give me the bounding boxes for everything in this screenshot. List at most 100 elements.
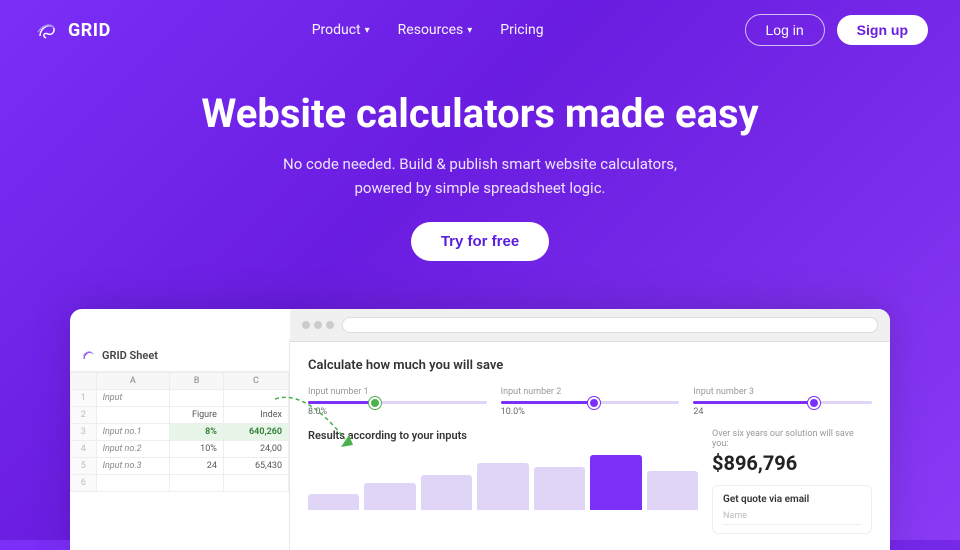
row-num: 5 <box>71 458 97 475</box>
col-num <box>71 373 97 390</box>
hero-subtext: No code needed. Build & publish smart we… <box>270 152 690 200</box>
bar-0 <box>308 494 359 510</box>
slider-1-label: Input number 1 <box>308 387 487 397</box>
cell-c <box>223 475 288 492</box>
savings-label: Over six years our solution will save yo… <box>712 429 872 449</box>
sheet-title: GRID Sheet <box>102 349 158 362</box>
cell-b: 24 <box>170 458 224 475</box>
spreadsheet-panel: GRID Sheet A B C 1 Input 2 Figure Index … <box>70 339 290 550</box>
calculator-panel: Calculate how much you will save Input n… <box>290 309 890 550</box>
sheet-row: 2 Figure Index <box>71 407 289 424</box>
navbar: GRID Product ▾ Resources ▾ Pricing Log i… <box>0 0 960 60</box>
bar-5 <box>590 455 641 510</box>
cell-b: 8% <box>170 424 224 441</box>
chevron-down-icon: ▾ <box>467 25 472 36</box>
cell-b: 10% <box>170 441 224 458</box>
slider-3-value: 24 <box>693 407 872 417</box>
quote-box: Get quote via email Name <box>712 485 872 534</box>
bar-6 <box>647 471 698 510</box>
sheet-row: 4 Input no.2 10% 24,00 <box>71 441 289 458</box>
bar-1 <box>364 483 415 511</box>
bar-2 <box>421 475 472 510</box>
savings-amount: $896,796 <box>712 451 872 475</box>
cell-a <box>96 475 170 492</box>
signup-button[interactable]: Sign up <box>837 15 928 45</box>
preview-container: GRID Sheet A B C 1 Input 2 Figure Index … <box>70 309 890 550</box>
row-num: 4 <box>71 441 97 458</box>
cell-b: Figure <box>170 407 224 424</box>
sliders-row: Input number 1 8.0% Input number 2 10.0% <box>308 387 872 417</box>
sheet-row: 6 <box>71 475 289 492</box>
sheet-header: GRID Sheet <box>70 339 289 372</box>
cell-b <box>170 475 224 492</box>
try-for-free-button[interactable]: Try for free <box>411 222 549 261</box>
slider-3: Input number 3 24 <box>693 387 872 417</box>
browser-dot-1 <box>302 321 310 329</box>
results-right: Over six years our solution will save yo… <box>712 429 872 534</box>
chevron-down-icon: ▾ <box>365 25 370 36</box>
logo-text: GRID <box>68 20 111 41</box>
col-b: B <box>170 373 224 390</box>
quote-title: Get quote via email <box>723 494 861 505</box>
slider-2-label: Input number 2 <box>501 387 680 397</box>
cell-b <box>170 390 224 407</box>
results-left: Results according to your inputs <box>308 429 698 510</box>
bar-chart <box>308 450 698 510</box>
bar-3 <box>477 463 528 510</box>
cell-a: Input no.3 <box>96 458 170 475</box>
slider-1-track[interactable] <box>308 401 487 404</box>
browser-dot-2 <box>314 321 322 329</box>
slider-2-value: 10.0% <box>501 407 680 417</box>
slider-1-value: 8.0% <box>308 407 487 417</box>
cell-c: 65,430 <box>223 458 288 475</box>
slider-3-track[interactable] <box>693 401 872 404</box>
cell-a: Input no.2 <box>96 441 170 458</box>
slider-1-thumb <box>369 397 381 409</box>
slider-2-track[interactable] <box>501 401 680 404</box>
browser-dots <box>302 321 334 329</box>
nav-pricing-label: Pricing <box>500 22 543 38</box>
row-num: 3 <box>71 424 97 441</box>
nav-actions: Log in Sign up <box>745 14 928 46</box>
col-c: C <box>223 373 288 390</box>
cell-a <box>96 407 170 424</box>
nav-resources[interactable]: Resources ▾ <box>398 22 473 38</box>
slider-3-fill <box>693 401 818 404</box>
nav-product[interactable]: Product ▾ <box>312 22 370 38</box>
results-row: Results according to your inputs Over si… <box>308 429 872 534</box>
row-num: 6 <box>71 475 97 492</box>
bar-4 <box>534 467 585 510</box>
sheet-row: 5 Input no.3 24 65,430 <box>71 458 289 475</box>
cell-a: Input no.1 <box>96 424 170 441</box>
cell-c: 640,260 <box>223 424 288 441</box>
nav-resources-label: Resources <box>398 22 464 38</box>
grid-logo-small <box>80 347 96 363</box>
slider-3-label: Input number 3 <box>693 387 872 397</box>
quote-name-field[interactable]: Name <box>723 511 861 525</box>
sheet-row: 3 Input no.1 8% 640,260 <box>71 424 289 441</box>
hero-headline: Website calculators made easy <box>20 90 940 138</box>
row-num: 2 <box>71 407 97 424</box>
sheet-row: 1 Input <box>71 390 289 407</box>
cell-a: Input <box>96 390 170 407</box>
hero-section: Website calculators made easy No code ne… <box>0 60 960 285</box>
calc-content: Calculate how much you will save Input n… <box>290 342 890 550</box>
col-a: A <box>96 373 170 390</box>
nav-product-label: Product <box>312 22 361 38</box>
nav-pricing[interactable]: Pricing <box>500 22 543 38</box>
calc-title: Calculate how much you will save <box>308 358 872 373</box>
slider-3-thumb <box>808 397 820 409</box>
browser-chrome <box>290 309 890 342</box>
logo-icon <box>32 16 60 44</box>
slider-1: Input number 1 8.0% <box>308 387 487 417</box>
row-num: 1 <box>71 390 97 407</box>
browser-url-bar <box>342 317 878 333</box>
slider-2-fill <box>501 401 599 404</box>
cell-c: 24,00 <box>223 441 288 458</box>
cell-c: Index <box>223 407 288 424</box>
browser-dot-3 <box>326 321 334 329</box>
nav-links: Product ▾ Resources ▾ Pricing <box>312 22 544 38</box>
login-button[interactable]: Log in <box>745 14 825 46</box>
logo[interactable]: GRID <box>32 16 111 44</box>
slider-2-thumb <box>588 397 600 409</box>
